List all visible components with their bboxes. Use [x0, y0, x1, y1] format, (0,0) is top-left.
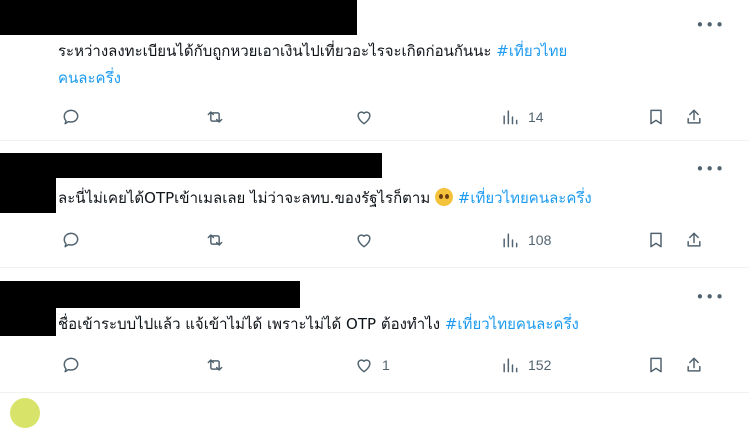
bookmark-icon	[650, 357, 662, 373]
views-icon	[503, 358, 518, 373]
like-button[interactable]	[354, 104, 382, 130]
like-count: 1	[382, 357, 390, 373]
share-icon	[687, 357, 701, 372]
views-icon	[503, 233, 518, 248]
more-options-icon[interactable]: •••	[695, 290, 725, 305]
share-button[interactable]	[684, 352, 704, 378]
retweet-button[interactable]	[205, 352, 233, 378]
pleading-face-emoji	[435, 188, 453, 206]
bookmark-icon	[650, 109, 662, 125]
hashtag-link-continued[interactable]: คนละครึ่ง	[58, 69, 121, 87]
retweet-icon	[207, 111, 223, 123]
views-button[interactable]: 108	[500, 227, 551, 253]
views-count: 108	[528, 232, 552, 248]
redacted-user-header	[0, 153, 382, 178]
share-button[interactable]	[684, 227, 704, 253]
bookmark-button[interactable]	[646, 352, 666, 378]
redacted-user-header	[0, 281, 300, 308]
bookmark-icon	[650, 232, 662, 248]
retweet-button[interactable]	[205, 227, 233, 253]
tweet-actions: 14	[58, 104, 718, 130]
reply-button[interactable]	[61, 352, 89, 378]
next-tweet-avatar	[10, 398, 40, 428]
hashtag-link[interactable]: #เที่ยวไทยคนละครึ่ง	[458, 189, 592, 207]
like-icon	[357, 111, 371, 125]
tweet-actions: 108	[58, 227, 718, 253]
tweet-body: ชื่อเข้าระบบไปแล้ว แจ้เข้าไม่ได้ เพราะไม…	[58, 315, 445, 333]
more-options-icon[interactable]: •••	[695, 18, 725, 33]
views-button[interactable]: 14	[500, 104, 544, 130]
retweet-icon	[207, 234, 223, 246]
like-icon	[357, 359, 371, 373]
views-button[interactable]: 152	[500, 352, 551, 378]
share-icon	[687, 109, 701, 124]
retweet-button[interactable]	[205, 104, 233, 130]
reply-icon	[63, 109, 79, 125]
tweet-divider	[0, 267, 749, 268]
like-icon	[357, 234, 371, 248]
views-icon	[503, 110, 518, 125]
share-icon	[687, 232, 701, 247]
hashtag-link[interactable]: #เที่ยวไทยคนละครึ่ง	[445, 315, 579, 333]
redacted-user-header	[0, 0, 357, 35]
reply-button[interactable]	[61, 227, 89, 253]
views-count: 152	[528, 357, 552, 373]
views-count: 14	[528, 109, 544, 125]
redacted-user-avatar	[0, 178, 56, 213]
reply-icon	[63, 357, 79, 373]
more-options-icon[interactable]: •••	[695, 162, 725, 177]
like-button[interactable]: 1	[354, 352, 390, 378]
share-button[interactable]	[684, 104, 704, 130]
like-button[interactable]	[354, 227, 382, 253]
bookmark-button[interactable]	[646, 227, 666, 253]
tweet-divider	[0, 392, 749, 393]
reply-icon	[63, 232, 79, 248]
bookmark-button[interactable]	[646, 104, 666, 130]
tweet-body: ระหว่างลงทะเบียนได้กับถูกหวยเอาเงินไปเที…	[58, 42, 497, 60]
tweet-actions: 1 152	[58, 352, 718, 378]
tweet-text: ละนี่ไม่เคยได้OTPเข้าเมลเลย ไม่ว่าจะลทบ.…	[58, 185, 718, 212]
tweet-text: ชื่อเข้าระบบไปแล้ว แจ้เข้าไม่ได้ เพราะไม…	[58, 311, 718, 338]
reply-button[interactable]	[61, 104, 89, 130]
tweet-text: ระหว่างลงทะเบียนได้กับถูกหวยเอาเงินไปเที…	[58, 38, 718, 92]
retweet-icon	[207, 359, 223, 371]
redacted-user-avatar	[0, 308, 56, 336]
hashtag-link[interactable]: #เที่ยวไทย	[496, 42, 567, 60]
tweet-divider	[0, 140, 749, 141]
tweet-body: ละนี่ไม่เคยได้OTPเข้าเมลเลย ไม่ว่าจะลทบ.…	[58, 189, 435, 207]
